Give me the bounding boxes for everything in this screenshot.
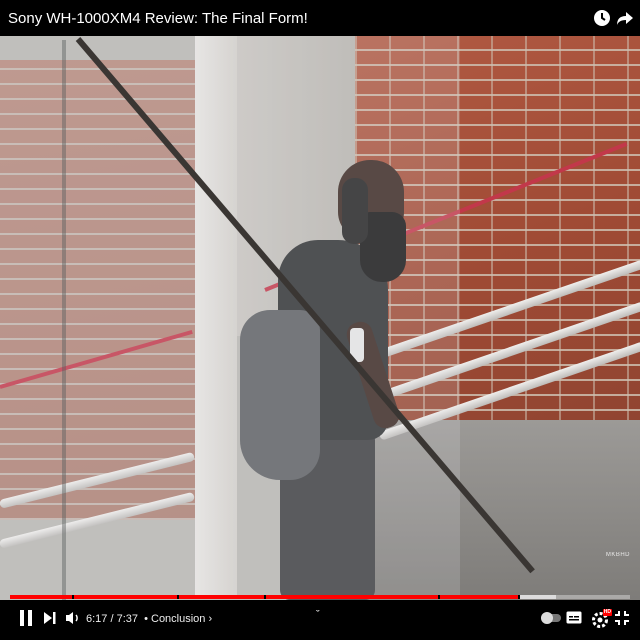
autoplay-toggle[interactable]	[540, 610, 562, 630]
chapter-marker	[264, 595, 267, 599]
fullscreen-exit-icon	[615, 610, 629, 630]
time-separator: /	[107, 613, 117, 625]
duration: 7:37	[116, 613, 139, 625]
video-frame[interactable]: MKBHD	[0, 0, 640, 640]
chapter-bullet: •	[144, 613, 151, 625]
channel-watermark: MKBHD	[605, 552, 630, 558]
time-display: 6:17 / 7:37 • Conclusion ›	[86, 613, 212, 625]
current-time: 6:17	[86, 613, 108, 625]
pause-button[interactable]	[16, 609, 36, 632]
chapter-arrow: ›	[205, 613, 213, 625]
video-title[interactable]: Sony WH-1000XM4 Review: The Final Form!	[8, 10, 308, 27]
glass-panel	[0, 36, 460, 606]
fullscreen-exit-button[interactable]	[614, 610, 630, 630]
volume-icon	[65, 610, 81, 631]
control-bar: 6:17 / 7:37 • Conclusion › ˇ HD	[0, 600, 640, 640]
progress-bar[interactable]	[10, 595, 630, 599]
chapter-marker	[518, 595, 521, 599]
chapter-marker	[437, 595, 440, 599]
video-player[interactable]: MKBHD Sony WH-1000XM4 Review: The Final …	[0, 0, 640, 640]
chapter-title: Conclusion	[151, 613, 206, 625]
next-icon	[43, 611, 57, 630]
chapter-marker	[177, 595, 180, 599]
share-icon[interactable]	[615, 8, 635, 28]
subtitles-icon	[566, 611, 582, 629]
volume-button[interactable]	[64, 610, 82, 630]
subtitles-button[interactable]	[566, 610, 582, 630]
chapter-button[interactable]: • Conclusion ›	[144, 613, 212, 625]
glass-post	[62, 40, 66, 600]
top-bar: Sony WH-1000XM4 Review: The Final Form!	[0, 0, 640, 36]
expand-chevron-icon[interactable]: ˇ	[316, 609, 320, 621]
chapter-marker	[72, 595, 74, 599]
next-button[interactable]	[42, 610, 58, 630]
pause-icon	[18, 609, 34, 632]
settings-icon: HD	[591, 609, 612, 629]
autoplay-toggle-icon	[540, 611, 562, 630]
hd-badge: HD	[602, 609, 612, 616]
clock-icon[interactable]	[592, 8, 612, 28]
settings-button[interactable]: HD	[590, 609, 612, 630]
